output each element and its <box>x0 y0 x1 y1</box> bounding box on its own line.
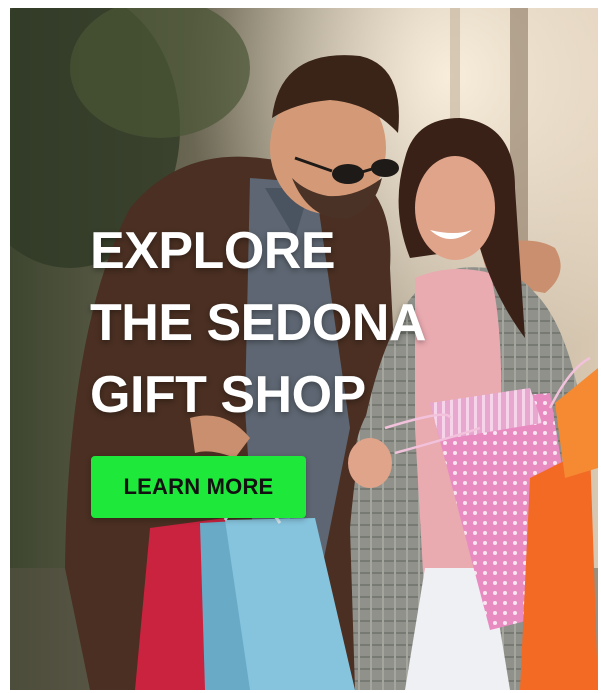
promo-banner[interactable]: EXPLORE THE SEDONA GIFT SHOP LEARN MORE <box>10 8 598 690</box>
headline-line-1: EXPLORE <box>90 222 335 280</box>
headline: EXPLORE THE SEDONA GIFT SHOP <box>90 215 426 431</box>
headline-line-2: THE SEDONA <box>90 294 426 352</box>
learn-more-button[interactable]: LEARN MORE <box>91 456 306 518</box>
headline-line-3: GIFT SHOP <box>90 366 366 424</box>
